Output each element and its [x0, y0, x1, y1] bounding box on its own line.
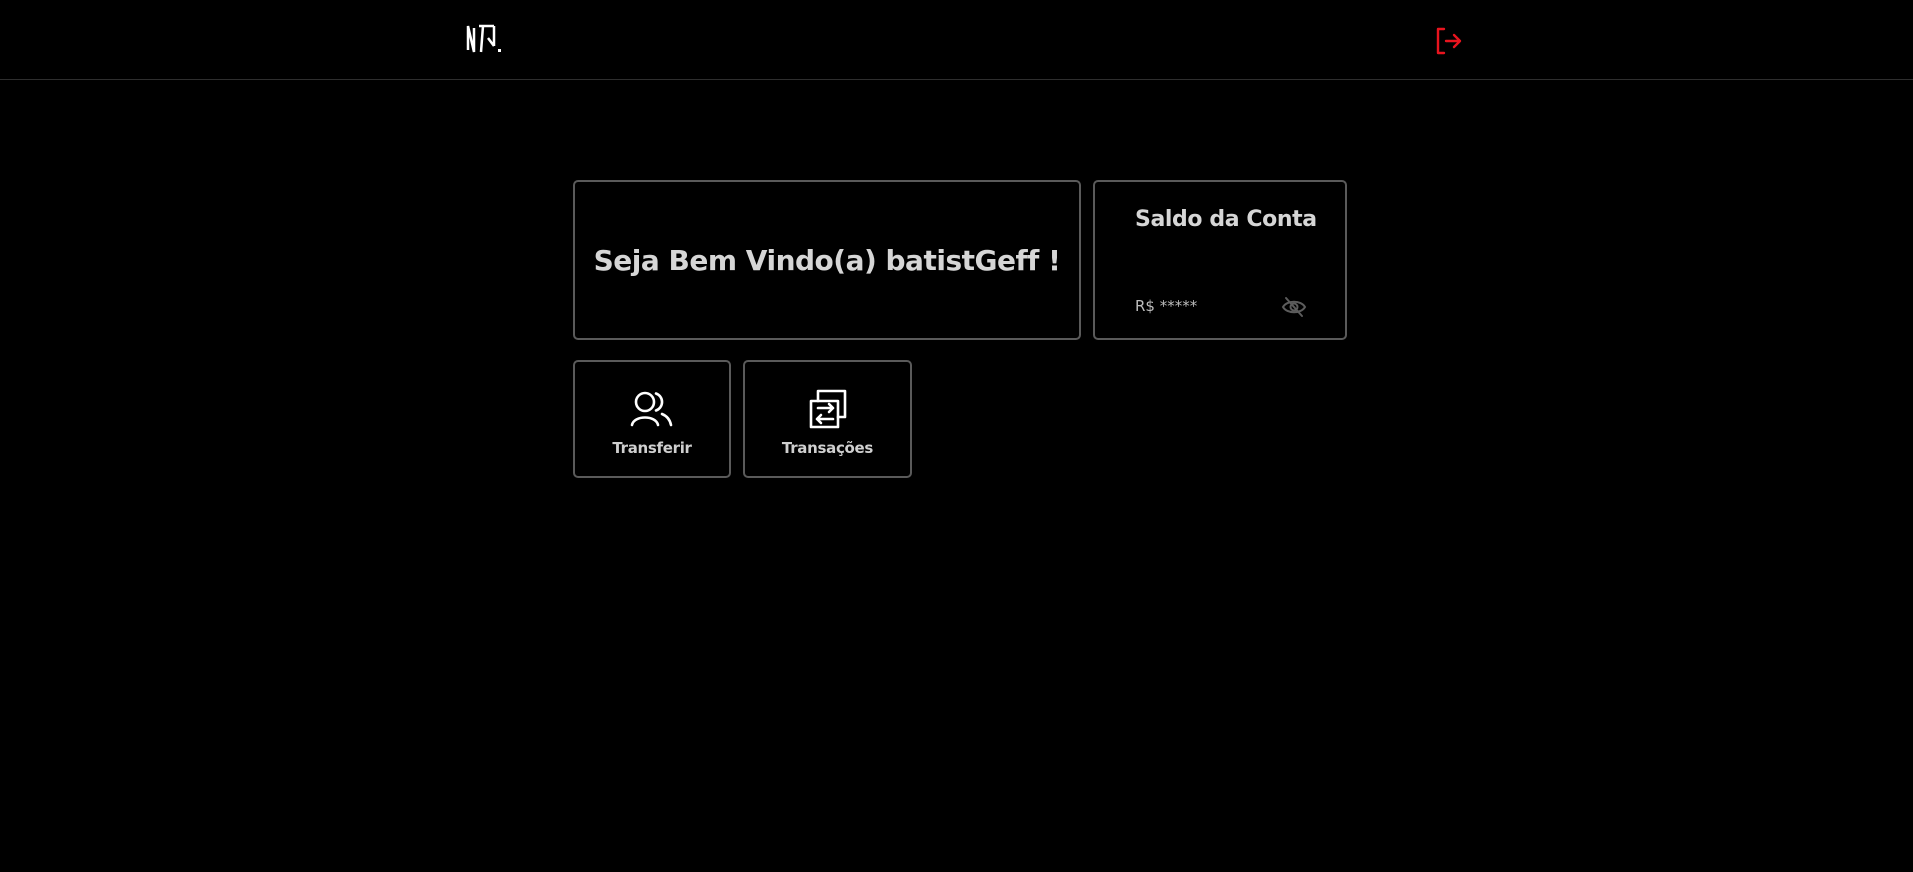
transactions-button[interactable]: Transações: [743, 360, 912, 478]
balance-title: Saldo da Conta: [1135, 207, 1317, 232]
users-icon: [630, 391, 673, 427]
logout-icon[interactable]: [1434, 26, 1464, 56]
balance-value: R$ *****: [1135, 297, 1198, 315]
arrows-exchange-icon: [809, 389, 846, 429]
transactions-label: Transações: [781, 439, 874, 457]
transfer-button[interactable]: Transferir: [573, 360, 731, 478]
transfer-label: Transferir: [612, 439, 692, 457]
balance-card: Saldo da Conta R$ *****: [1093, 180, 1347, 340]
welcome-message: Seja Bem Vindo(a) batistGeff !: [593, 243, 1061, 277]
header: [0, 0, 1913, 80]
welcome-card: Seja Bem Vindo(a) batistGeff !: [573, 180, 1081, 340]
eye-off-icon[interactable]: [1281, 296, 1307, 318]
logo: [466, 24, 501, 53]
